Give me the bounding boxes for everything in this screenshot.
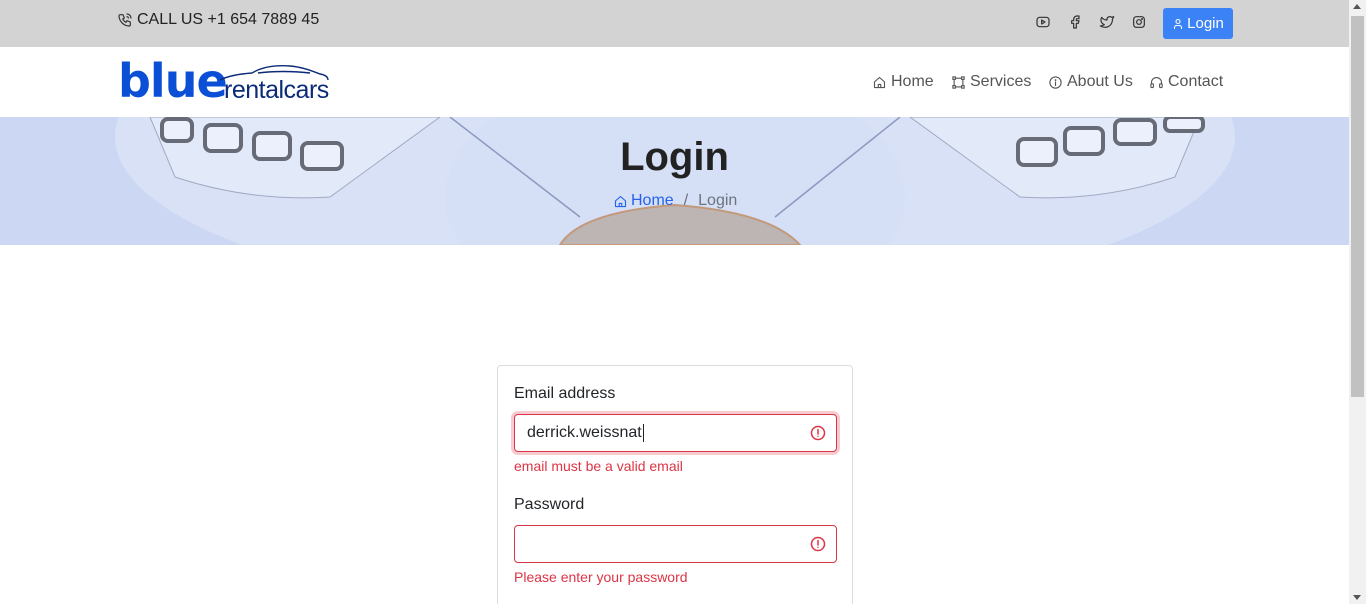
nav-home-label: Home [891, 73, 934, 90]
services-icon [952, 75, 965, 89]
email-label: Email address [514, 385, 616, 402]
brand-word-rentalcars: rentalcars [224, 76, 329, 104]
breadcrumb-separator: / [683, 192, 689, 209]
scrollbar-thumb[interactable] [1351, 16, 1364, 397]
breadcrumb-home-label: Home [631, 192, 674, 209]
main-navbar: blue rentalcars Home Services About Us C… [0, 47, 1349, 117]
instagram-icon [1133, 16, 1145, 28]
password-field[interactable] [514, 525, 837, 563]
text-caret [642, 424, 644, 442]
phone-icon [118, 13, 132, 27]
instagram-link[interactable] [1129, 12, 1149, 32]
nav-contact-label: Contact [1168, 73, 1224, 90]
nav-services[interactable]: Services [951, 73, 1031, 91]
login-form-card: Email address derrick.weissnat email mus… [497, 365, 853, 604]
nav-about-label: About Us [1067, 73, 1133, 90]
error-icon [810, 425, 826, 441]
nav-home[interactable]: Home [872, 73, 934, 91]
info-icon [1049, 75, 1062, 89]
page-hero-banner: Login Home / Login [0, 117, 1349, 245]
breadcrumb-home-link[interactable]: Home [613, 192, 674, 210]
nav-contact[interactable]: Contact [1149, 73, 1223, 91]
facebook-icon [1071, 15, 1080, 29]
page-scrollbar[interactable] [1349, 0, 1366, 604]
twitter-link[interactable] [1097, 12, 1117, 32]
email-field[interactable]: derrick.weissnat [514, 414, 837, 452]
nav-about[interactable]: About Us [1048, 73, 1133, 91]
youtube-link[interactable] [1033, 12, 1053, 32]
headset-icon [1150, 76, 1163, 88]
breadcrumb-current: Login [698, 192, 738, 209]
error-icon [810, 536, 826, 552]
nav-services-label: Services [970, 73, 1032, 90]
brand-logo[interactable]: blue rentalcars [118, 54, 329, 108]
twitter-icon [1099, 16, 1115, 28]
phone-contact[interactable]: CALL US +1 654 7889 45 [117, 11, 319, 29]
home-icon [873, 76, 886, 88]
password-label: Password [514, 496, 585, 513]
youtube-icon [1036, 16, 1050, 28]
top-bar: CALL US +1 654 7889 45 Login [0, 0, 1349, 47]
brand-word-blue: blue [118, 54, 228, 108]
page-title: Login [620, 135, 729, 179]
email-error-message: email must be a valid email [514, 458, 683, 474]
scroll-up-arrow-icon[interactable] [1353, 4, 1361, 9]
email-field-value: derrick.weissnat [527, 424, 642, 441]
user-icon [1174, 18, 1183, 29]
phone-text: CALL US +1 654 7889 45 [137, 11, 320, 28]
home-icon [614, 195, 627, 207]
scroll-down-arrow-icon[interactable] [1353, 595, 1361, 600]
facebook-link[interactable] [1065, 12, 1085, 32]
breadcrumb: Home / Login [613, 192, 737, 210]
login-button-label: Login [1187, 15, 1224, 32]
login-button[interactable]: Login [1163, 8, 1233, 39]
password-error-message: Please enter your password [514, 569, 688, 585]
